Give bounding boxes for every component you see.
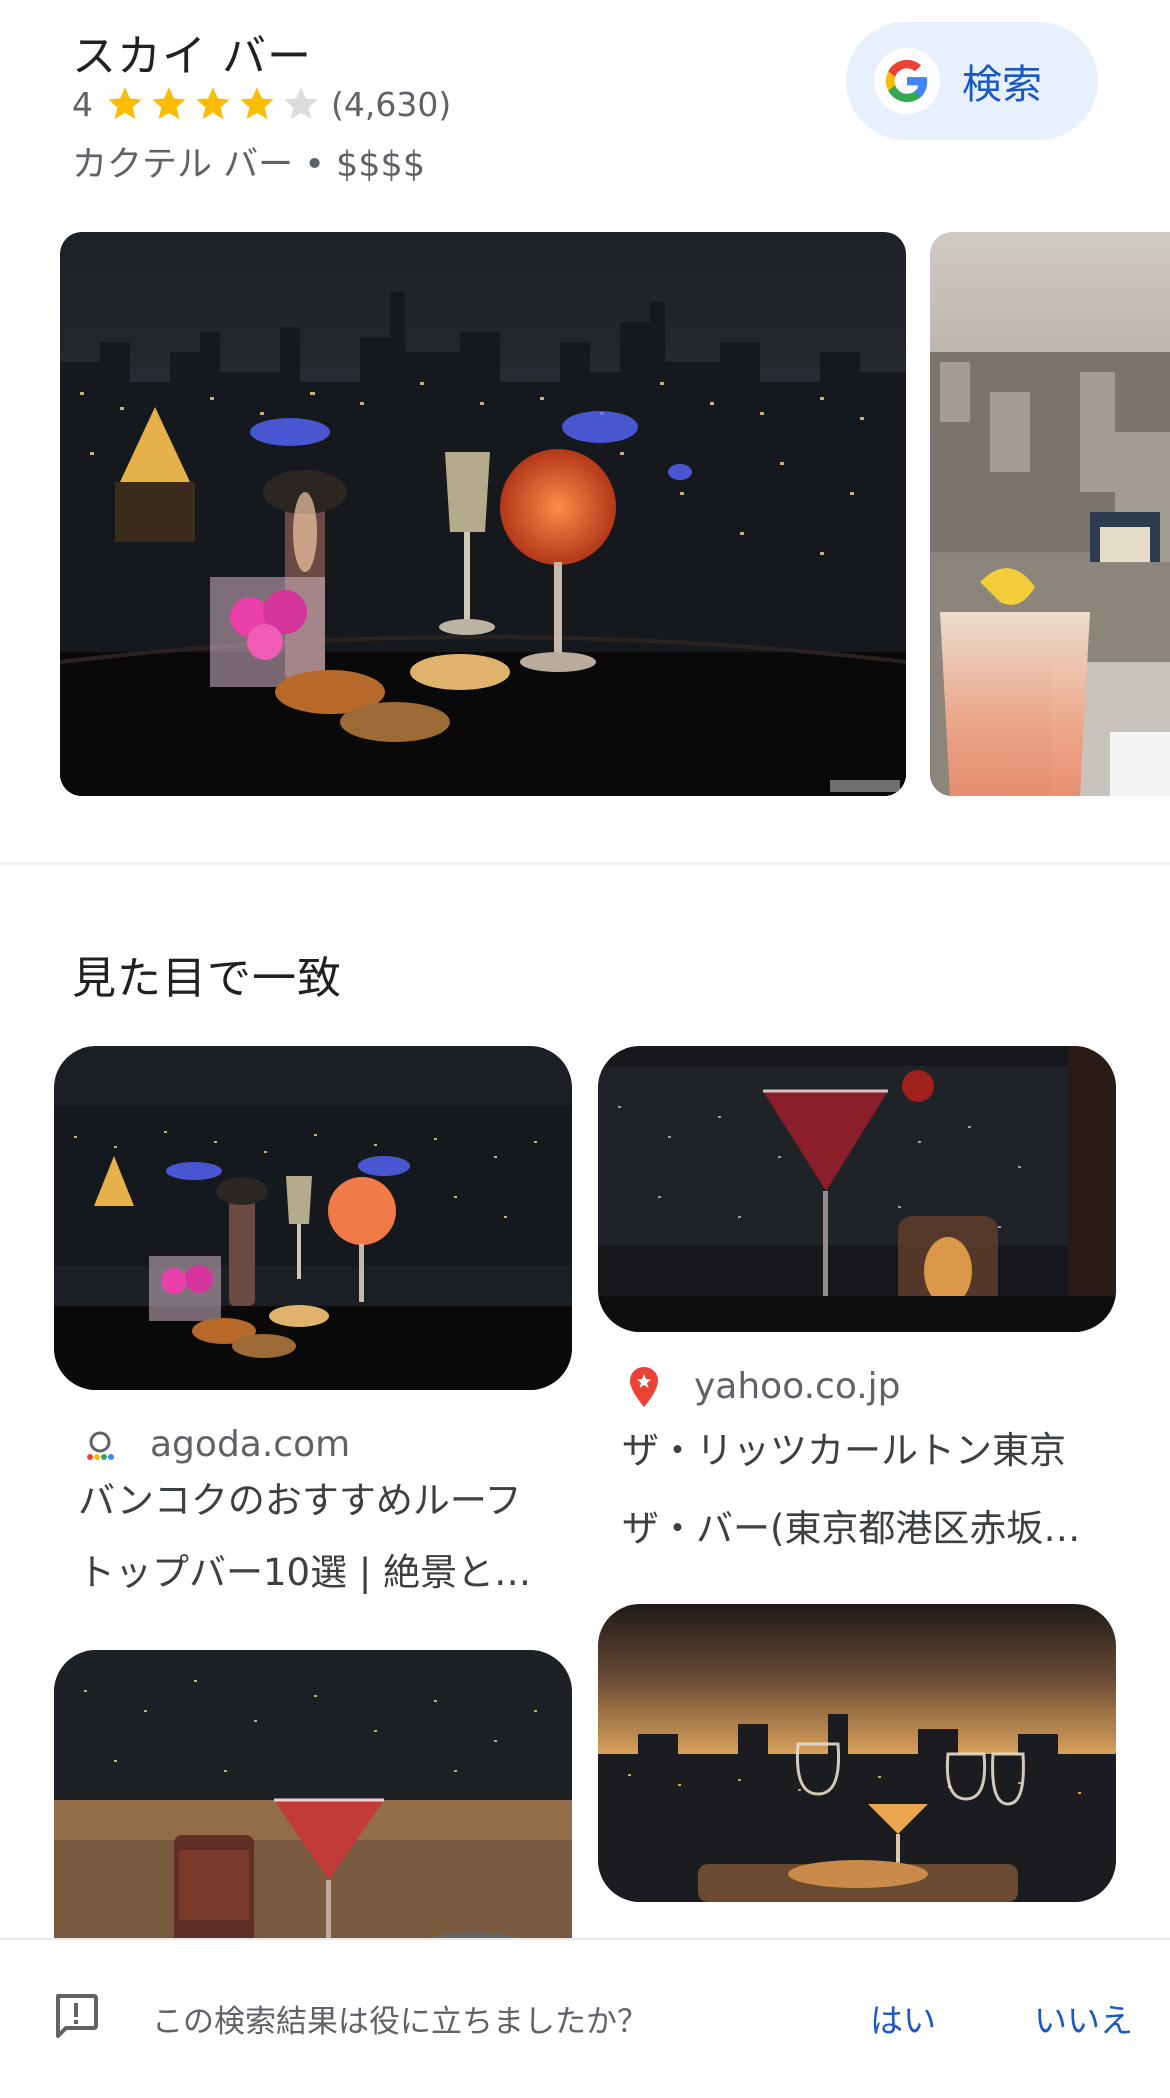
visual-match-title-1-line2[interactable]: トップバー10選 | 絶景と… [78, 1536, 548, 1610]
star-icon [196, 87, 230, 119]
review-count: (4,630) [331, 84, 452, 124]
visual-matches-title: 見た目で一致 [72, 953, 342, 1004]
source-domain: agoda.com [150, 1424, 351, 1465]
star-icon [240, 87, 274, 119]
visual-match-image-4[interactable] [598, 1604, 1116, 1902]
rating-row[interactable]: 4 (4,630) [72, 84, 451, 124]
agoda-icon [80, 1425, 120, 1465]
visual-match-title-2-line1[interactable]: ザ・リッツカールトン東京 [622, 1414, 1092, 1488]
star-icon [108, 87, 142, 119]
google-g-icon [874, 48, 940, 114]
hero-image-2[interactable] [930, 232, 1170, 796]
screen: スカイ バー 4 (4,630) カクテル バー • $$$$ 検索 見た目で一… [0, 0, 1170, 2098]
google-search-button[interactable]: 検索 [846, 22, 1098, 140]
feedback-no-button[interactable]: いいえ [1034, 1994, 1133, 2042]
location-pin-icon [624, 1366, 664, 1407]
visual-match-image-3[interactable] [54, 1650, 572, 1970]
star-icon [284, 87, 318, 119]
category-price: カクテル バー • $$$$ [72, 145, 426, 185]
visual-match-title-1-line1[interactable]: バンコクのおすすめルーフ [78, 1464, 548, 1538]
visual-match-image-2[interactable] [598, 1046, 1116, 1332]
visual-match-source-2[interactable]: yahoo.co.jp [624, 1366, 901, 1407]
visual-match-source-1[interactable]: agoda.com [80, 1424, 350, 1465]
feedback-question: この検索結果は役に立ちましたか？ [152, 2004, 648, 2040]
search-button-label: 検索 [962, 62, 1042, 108]
visual-match-title-2-line2[interactable]: ザ・バー(東京都港区赤坂… [622, 1492, 1092, 1566]
star-icon [152, 87, 186, 119]
hero-image-1[interactable] [60, 232, 906, 796]
section-divider [0, 862, 1170, 865]
feedback-bar: この検索結果は役に立ちましたか？ はい いいえ [0, 1938, 1170, 2098]
feedback-yes-button[interactable]: はい [870, 1994, 936, 2042]
place-title: スカイ バー [72, 31, 312, 82]
visual-match-image-1[interactable] [54, 1046, 572, 1390]
source-domain: yahoo.co.jp [694, 1366, 901, 1407]
feedback-icon [52, 1992, 100, 2040]
rating-score: 4 [72, 84, 93, 124]
rating-stars [105, 84, 321, 124]
